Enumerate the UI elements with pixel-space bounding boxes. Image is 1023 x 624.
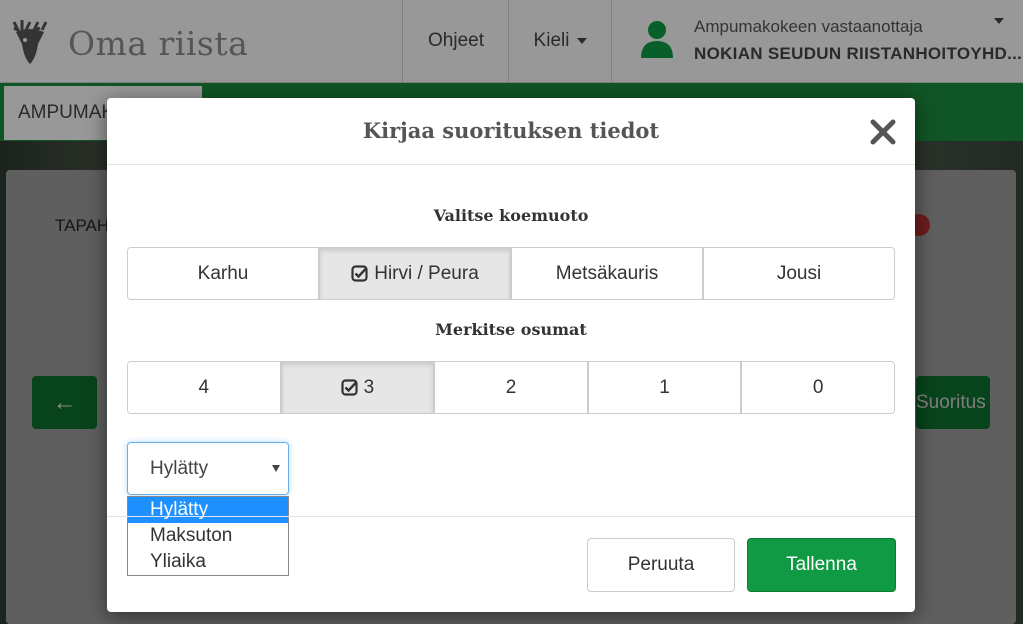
test-type-option-label: Jousi [776, 262, 822, 284]
hits-option-label: 1 [659, 376, 670, 398]
check-square-icon [340, 379, 358, 396]
hits-option-label: 2 [505, 376, 517, 398]
cancel-button-label: Peruuta [627, 554, 695, 575]
test-type-heading: Valitse koemuoto [433, 206, 589, 225]
result-select-value: Hylätty [150, 458, 209, 479]
test-type-option-label: Hirvi / Peura [374, 262, 479, 284]
save-button[interactable]: Tallenna [747, 538, 896, 592]
save-button-label: Tallenna [786, 554, 857, 575]
hits-option-0[interactable]: 0 [742, 362, 894, 413]
test-type-group: Karhu Hirvi / Peura Metsäkauris Jousi [127, 247, 895, 300]
hits-option-3[interactable]: 3 [281, 362, 436, 413]
test-type-option-jousi[interactable]: Jousi [704, 248, 894, 299]
modal-title: Kirjaa suorituksen tiedot [362, 118, 660, 143]
hits-option-4[interactable]: 4 [128, 362, 282, 413]
attempt-modal: Kirjaa suorituksen tiedot Valitse koemuo… [107, 98, 915, 612]
dropdown-arrow-icon [272, 465, 280, 472]
result-select[interactable]: Hylätty [127, 442, 289, 495]
cancel-button[interactable]: Peruuta [587, 538, 735, 592]
check-square-icon [351, 265, 368, 282]
hits-option-label: 4 [198, 376, 210, 398]
hits-option-2[interactable]: 2 [435, 362, 589, 413]
hits-group: 4 3 2 1 0 [127, 361, 895, 414]
hits-option-label: 0 [812, 376, 824, 398]
test-type-option-karhu[interactable]: Karhu [128, 248, 320, 299]
test-type-option-metsakauris[interactable]: Metsäkauris [512, 248, 704, 299]
test-type-option-hirvi-peura[interactable]: Hirvi / Peura [320, 248, 512, 299]
hits-option-1[interactable]: 1 [588, 362, 743, 413]
test-type-option-label: Karhu [197, 262, 249, 284]
close-icon[interactable] [869, 118, 897, 146]
hits-heading: Merkitse osumat [435, 320, 587, 339]
hits-option-label: 3 [363, 376, 375, 398]
modal-header: Kirjaa suorituksen tiedot [107, 98, 915, 165]
test-type-option-label: Metsäkauris [555, 262, 659, 284]
